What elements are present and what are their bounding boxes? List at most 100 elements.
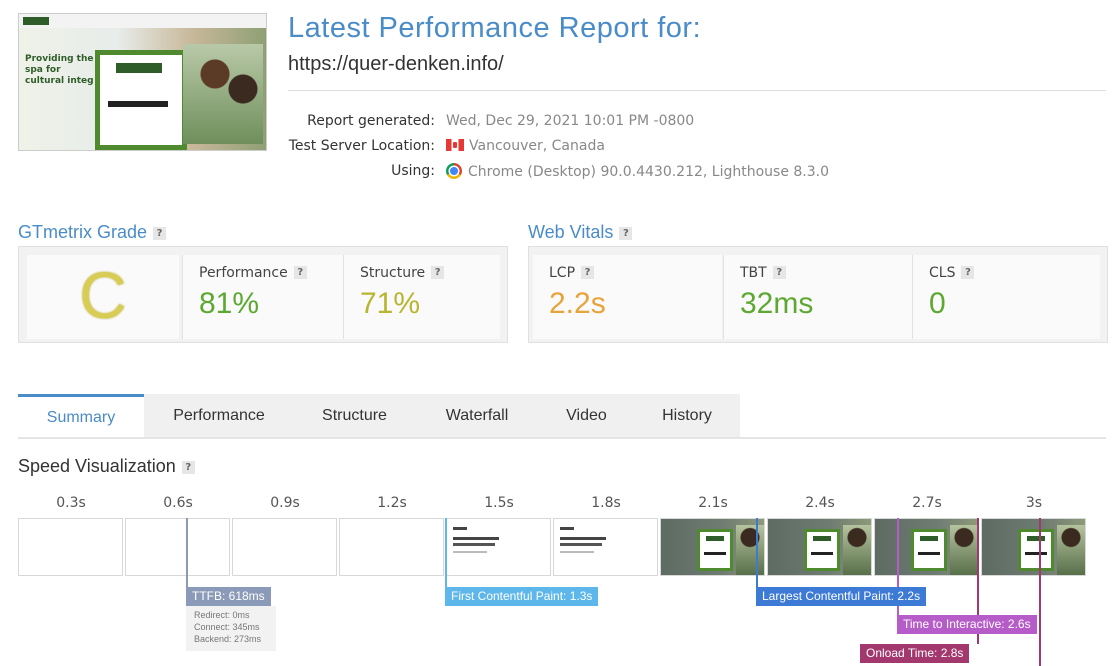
lcp-label-wrap: LCP? [549,265,595,281]
thumbnail-logo [23,17,49,25]
thumbnail-photo [183,44,263,144]
tbt-label-wrap: TBT? [740,265,786,281]
using-label: Using: [391,163,435,179]
lcp-cell: LCP? 2.2s [533,255,722,339]
tab-history[interactable]: History [634,394,740,438]
structure-cell: Structure? 71% [343,255,500,339]
tab-waterfall[interactable]: Waterfall [415,394,539,438]
web-vitals-heading: Web Vitals? [528,222,633,243]
timeline-tick: 2.1s [698,495,728,511]
ttfb-backend: Backend: 273ms [194,634,262,644]
divider [288,90,1106,91]
server-location-value: Vancouver, Canada [469,138,605,154]
filmstrip-frame[interactable] [446,518,551,576]
fully-loaded-line [1039,518,1041,666]
filmstrip-frame[interactable] [339,518,444,576]
timeline-tick: 0.3s [56,495,86,511]
cls-label-wrap: CLS? [929,265,975,281]
performance-label: Performance [199,265,288,281]
grade-letter-cell: C [27,255,179,339]
thumbnail-modal [95,50,187,150]
lcp-help-icon[interactable]: ? [581,266,595,279]
ttfb-line [186,518,188,588]
filmstrip-frame[interactable] [767,518,872,576]
speed-visualization-heading: Speed Visualization? [18,456,195,477]
server-location-row: Test Server Location: Vancouver, Canada [288,138,1088,158]
tab-video[interactable]: Video [539,394,634,438]
structure-label-wrap: Structure? [360,265,445,281]
cls-label: CLS [929,265,956,281]
chrome-icon [446,163,462,179]
timeline-tick: 2.7s [912,495,942,511]
vitals-panel: LCP? 2.2s TBT? 32ms CLS? 0 [528,246,1108,343]
report-url[interactable]: https://quer-denken.info/ [288,53,504,76]
vitals-help-icon[interactable]: ? [619,227,633,240]
fcp-marker[interactable]: First Contentful Paint: 1.3s [445,587,599,606]
speed-visualization-title: Speed Visualization [18,456,176,476]
performance-cell: Performance? 81% [182,255,343,339]
lcp-line [756,518,758,588]
server-location-value-wrap: Vancouver, Canada [446,138,605,154]
onload-marker[interactable]: Onload Time: 2.8s [860,644,970,663]
server-location-label: Test Server Location: [288,138,435,154]
grade-letter: C [79,258,127,332]
cls-cell: CLS? 0 [912,255,1100,339]
gtmetrix-grade-title: GTmetrix Grade [18,222,148,242]
tbt-cell: TBT? 32ms [723,255,912,339]
filmstrip-frame[interactable] [125,518,230,576]
tbt-value: 32ms [740,287,814,320]
lcp-label: LCP [549,265,576,281]
timeline-tick: 1.8s [591,495,621,511]
speed-help-icon[interactable]: ? [181,461,195,474]
timeline-tick: 1.5s [484,495,514,511]
cls-help-icon[interactable]: ? [961,266,975,279]
ttfb-redirect: Redirect: 0ms [194,610,250,620]
timeline-tick: 1.2s [377,495,407,511]
canada-flag-icon [446,139,464,151]
cls-value: 0 [929,287,946,320]
fcp-line [445,518,447,588]
filmstrip-frame[interactable] [553,518,658,576]
structure-value: 71% [360,287,421,320]
web-vitals-title: Web Vitals [528,222,614,242]
filmstrip-frame[interactable] [18,518,123,576]
performance-value: 81% [199,287,260,320]
tab-performance[interactable]: Performance [144,394,294,438]
ttfb-marker[interactable]: TTFB: 618ms [186,587,271,606]
tab-summary[interactable]: Summary [18,394,144,438]
thumbnail-headline: Providing the spa for cultural integ [25,54,94,86]
lcp-marker[interactable]: Largest Contentful Paint: 2.2s [756,587,927,606]
gtmetrix-grade-heading: GTmetrix Grade? [18,222,167,243]
lcp-value: 2.2s [549,287,606,320]
page-thumbnail[interactable]: Providing the spa for cultural integ [18,13,267,151]
filmstrip-frame[interactable] [660,518,765,576]
structure-label: Structure [360,265,426,281]
page-title: Latest Performance Report for: [288,12,702,44]
using-value-wrap: Chrome (Desktop) 90.0.4430.212, Lighthou… [446,163,829,180]
report-generated-value: Wed, Dec 29, 2021 10:01 PM -0800 [446,113,695,129]
grade-panel: C Performance? 81% Structure? 71% [18,246,508,343]
thumbnail-navbar [19,14,266,29]
filmstrip-frame[interactable] [232,518,337,576]
performance-label-wrap: Performance? [199,265,307,281]
filmstrip-frame[interactable] [874,518,979,576]
timeline-tick: 0.6s [163,495,193,511]
report-generated-label: Report generated: [307,113,435,129]
tbt-label: TBT [740,265,767,281]
ttfb-connect: Connect: 345ms [194,622,260,632]
tab-structure[interactable]: Structure [294,394,415,438]
tti-marker[interactable]: Time to Interactive: 2.6s [897,615,1037,634]
filmstrip-frame[interactable] [981,518,1086,576]
report-generated-row: Report generated: Wed, Dec 29, 2021 10:0… [288,113,1088,133]
timeline-tick: 0.9s [270,495,300,511]
ttfb-breakdown: Redirect: 0ms Connect: 345ms Backend: 27… [186,606,276,651]
using-row: Using: Chrome (Desktop) 90.0.4430.212, L… [288,163,1088,183]
using-value: Chrome (Desktop) 90.0.4430.212, Lighthou… [468,164,830,180]
grade-help-icon[interactable]: ? [153,227,167,240]
performance-help-icon[interactable]: ? [293,266,307,279]
tabs-baseline [18,437,1106,439]
timeline-tick: 3s [1025,495,1043,511]
structure-help-icon[interactable]: ? [431,266,445,279]
timeline-tick: 2.4s [805,495,835,511]
tbt-help-icon[interactable]: ? [772,266,786,279]
